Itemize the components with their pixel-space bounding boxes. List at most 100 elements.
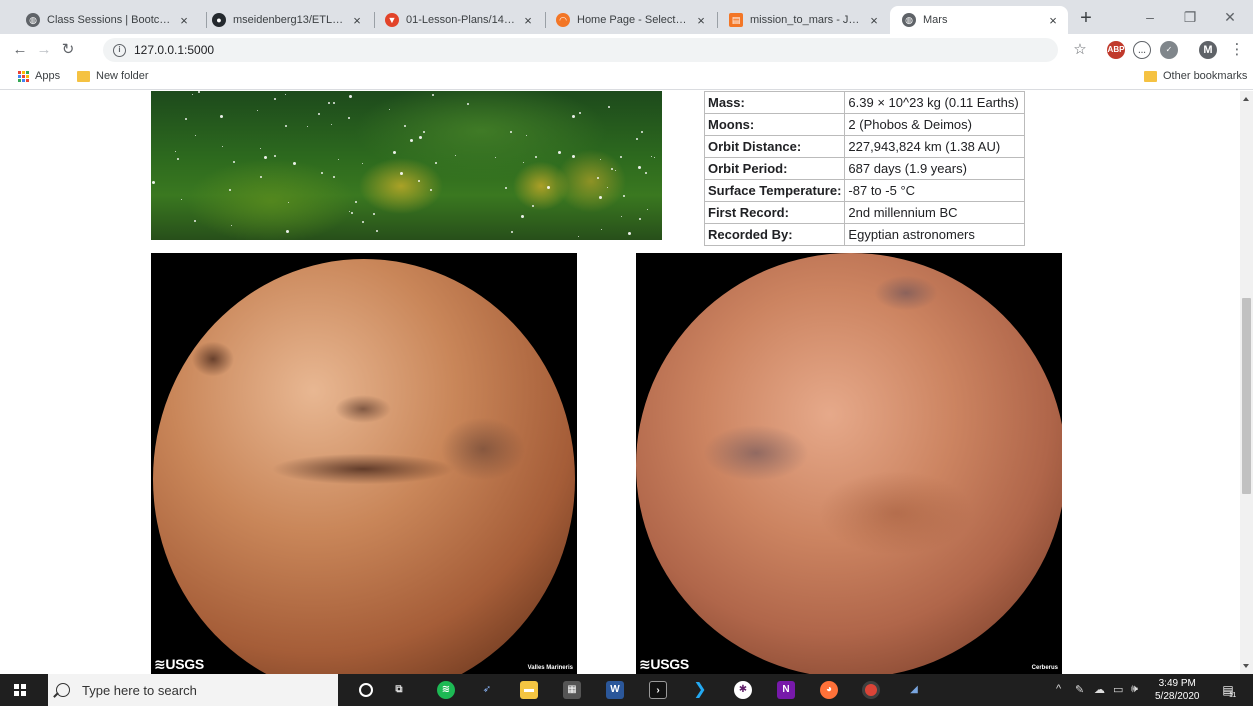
slack-icon[interactable]: ✱ (734, 681, 752, 699)
fact-value: Egyptian astronomers (844, 223, 1026, 246)
hemisphere-image-valles-marineris[interactable]: ≋USGS Valles Marineris (151, 253, 577, 674)
word-icon[interactable]: W (606, 681, 624, 699)
menu-kebab-icon[interactable]: ⋮ (1227, 40, 1247, 60)
usgs-logo: ≋USGS (639, 656, 689, 672)
onenote-icon[interactable]: N (777, 681, 795, 699)
pinned-app-icon[interactable]: ◢ (905, 681, 923, 699)
page-scrollbar[interactable] (1240, 91, 1253, 674)
spotify-icon[interactable]: ≋ (437, 681, 455, 699)
scrollbar-thumb[interactable] (1242, 298, 1251, 494)
vscode-icon[interactable]: ❯ (691, 681, 709, 699)
volume-icon[interactable]: 🕪 (1131, 683, 1138, 696)
tab-github[interactable]: ● mseidenberg13/ETL-Projec × (200, 6, 372, 34)
scroll-up-icon[interactable] (1243, 97, 1249, 101)
cortana-icon[interactable] (359, 683, 373, 697)
clock-time: 3:49 PM (1158, 678, 1196, 689)
close-window-button[interactable]: ✕ (1210, 6, 1250, 28)
folder-icon (1144, 70, 1157, 82)
fact-value: 227,943,824 km (1.38 AU) (844, 135, 1026, 158)
fact-label: First Record: (703, 201, 846, 224)
adblock-icon[interactable]: ABP (1107, 41, 1125, 59)
page-viewport: Mass: 6.39 × 10^23 kg (0.11 Earths) Moons:… (0, 91, 1240, 674)
clock-date: 5/28/2020 (1155, 691, 1200, 702)
taskbar-clock[interactable]: 3:49 PM 5/28/2020 (1155, 677, 1200, 703)
minimize-button[interactable]: – (1130, 6, 1170, 28)
jupyter-notebook-icon: ▤ (729, 13, 743, 27)
tab-class-sessions[interactable]: ◍ Class Sessions | Bootcamp × (14, 6, 199, 34)
close-tab-icon[interactable]: × (1046, 13, 1060, 28)
tab-title: Mars (923, 14, 948, 26)
fact-value: 687 days (1.9 years) (844, 157, 1026, 180)
bookmark-label: New folder (96, 70, 149, 82)
tab-title: Home Page - Select or cre (577, 14, 688, 26)
fact-label: Orbit Period: (703, 157, 846, 180)
rocket-app-icon[interactable]: ➶ (478, 681, 496, 699)
forward-arrow-icon[interactable]: → (34, 40, 54, 60)
tab-mars[interactable]: ◍ Mars × (890, 6, 1068, 34)
new-tab-button[interactable]: + (1075, 8, 1097, 30)
tab-mission-to-mars[interactable]: ▤ mission_to_mars - Jupyter × (717, 6, 889, 34)
notification-count-badge: 11 (1229, 692, 1237, 699)
fact-label: Orbit Distance: (703, 135, 846, 158)
mars-globe (153, 259, 575, 674)
search-icon (56, 683, 70, 697)
firefox-icon[interactable]: ◕ (820, 681, 838, 699)
gitlab-icon: ▼ (385, 13, 399, 27)
tab-gitlab[interactable]: ▼ 01-Lesson-Plans/14-Intro- × (373, 6, 543, 34)
onedrive-icon[interactable]: ☁ (1094, 683, 1105, 696)
extension-check-icon[interactable]: ✓ (1160, 41, 1178, 59)
github-icon: ● (212, 13, 226, 27)
fact-label: Mass: (703, 91, 846, 114)
tab-title: mission_to_mars - Jupyter (750, 14, 861, 26)
fact-value: 6.39 × 10^23 kg (0.11 Earths) (844, 91, 1026, 114)
tab-title: mseidenberg13/ETL-Projec (233, 14, 344, 26)
featured-image (151, 91, 662, 240)
mars-facts-table: Mass: 6.39 × 10^23 kg (0.11 Earths) Moons:… (703, 91, 1026, 246)
jupyter-icon: ◠ (556, 13, 570, 27)
tab-strip: ◍ Class Sessions | Bootcamp × ● mseidenb… (0, 0, 1253, 34)
chrome-icon[interactable] (862, 681, 880, 699)
tab-jupyter-home[interactable]: ◠ Home Page - Select or cre × (544, 6, 716, 34)
hemisphere-image-cerberus[interactable]: ≋USGS Cerberus (636, 253, 1062, 674)
windows-start-icon[interactable] (14, 684, 26, 696)
fact-row: First Record: 2nd millennium BC (703, 201, 1026, 224)
bookmark-star-icon[interactable]: ☆ (1070, 40, 1090, 60)
calculator-icon[interactable]: ▦ (563, 681, 581, 699)
close-tab-icon[interactable]: × (694, 13, 708, 28)
fact-row: Surface Temperature: -87 to -5 °C (703, 179, 1026, 202)
bookmark-other[interactable]: Other bookmarks (1144, 70, 1247, 82)
address-bar[interactable]: i 127.0.0.1:5000 (103, 38, 1058, 62)
bookmarks-bar: Apps New folder Other bookmarks (0, 66, 1253, 90)
fact-row: Mass: 6.39 × 10^23 kg (0.11 Earths) (703, 91, 1026, 114)
scroll-down-icon[interactable] (1243, 664, 1249, 668)
reload-icon[interactable]: ↻ (58, 40, 78, 60)
back-arrow-icon[interactable]: ← (10, 40, 30, 60)
taskbar-search-input[interactable]: Type here to search (48, 674, 338, 706)
windows-taskbar: Type here to search ⧉ ≋ ➶ ▬ ▦ W › ❯ ✱ N … (0, 674, 1253, 706)
fact-value: -87 to -5 °C (844, 179, 1026, 202)
battery-icon[interactable]: ▭ (1113, 683, 1123, 696)
site-info-icon[interactable]: i (113, 43, 126, 57)
profile-avatar[interactable]: M (1199, 41, 1217, 59)
close-tab-icon[interactable]: × (177, 13, 191, 28)
bookmark-new-folder[interactable]: New folder (77, 70, 149, 82)
url-text: 127.0.0.1:5000 (134, 43, 215, 57)
tab-title: 01-Lesson-Plans/14-Intro- (406, 14, 515, 26)
fact-row: Recorded By: Egyptian astronomers (703, 223, 1026, 246)
close-tab-icon[interactable]: × (350, 13, 364, 28)
tray-chevron-up-icon[interactable]: ^ (1056, 683, 1061, 695)
hemisphere-caption: Cerberus (1031, 665, 1058, 671)
hemisphere-caption: Valles Marineris (527, 665, 573, 671)
task-view-icon[interactable]: ⧉ (390, 681, 408, 699)
pen-workspace-icon[interactable]: ✎ (1075, 683, 1084, 696)
bookmark-apps[interactable]: Apps (18, 70, 60, 82)
maximize-button[interactable]: ❐ (1170, 6, 1210, 28)
usgs-logo: ≋USGS (154, 656, 204, 672)
fact-value: 2 (Phobos & Deimos) (844, 113, 1026, 136)
file-explorer-icon[interactable]: ▬ (520, 681, 538, 699)
close-tab-icon[interactable]: × (521, 13, 535, 28)
extension-icon[interactable]: … (1133, 41, 1151, 59)
apps-grid-icon (18, 70, 29, 82)
close-tab-icon[interactable]: × (867, 13, 881, 28)
terminal-icon[interactable]: › (649, 681, 667, 699)
